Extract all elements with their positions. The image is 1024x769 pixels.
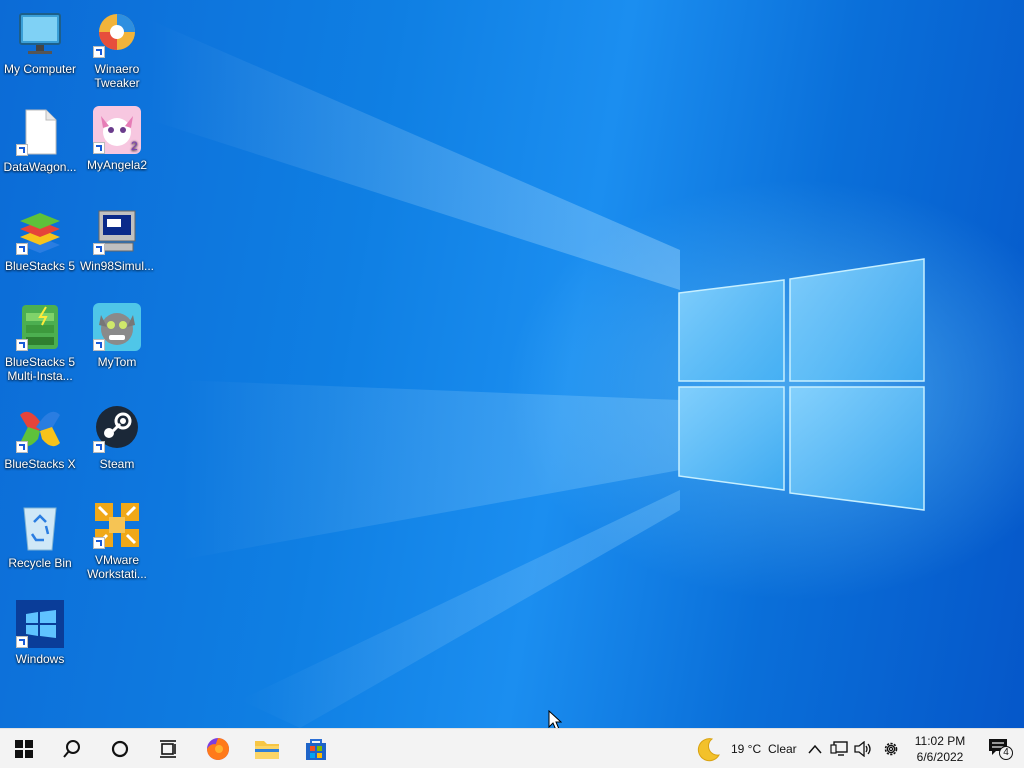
desktop-icon-label: Recycle Bin [8,556,72,570]
firefox-icon [207,738,229,760]
shortcut-arrow-icon [93,441,105,453]
desktop-icon-mytom[interactable]: MyTom [77,303,157,395]
shortcut-arrow-icon [16,339,28,351]
vmware-icon [93,501,141,549]
volume-icon [854,741,871,757]
desktop-background[interactable]: My Computer Winaero Tweaker DataWagon...… [0,0,1024,728]
weather-condition[interactable]: Clear [768,729,797,769]
desktop-icon-datawagon[interactable]: DataWagon... [0,108,80,200]
desktop-icon-label: MyTom [97,355,137,369]
volume-button[interactable] [852,729,874,769]
desktop-icon-label: BlueStacks X [4,457,76,471]
microsoft-store-button[interactable] [292,729,340,769]
taskbar: 19 °C Clear 11:02 PM 6/6/2022 4 [0,728,1024,768]
desktop-icon-recycle-bin[interactable]: Recycle Bin [0,504,80,596]
action-center-icon: 4 [988,738,1013,760]
shortcut-arrow-icon [93,339,105,351]
desktop-icon-label: BlueStacks 5 Multi-Insta... [4,355,76,383]
shortcut-arrow-icon [93,142,105,154]
action-center-button[interactable]: 4 [976,729,1024,769]
desktop-icon-label: BlueStacks 5 [4,259,76,273]
desktop-icon-winaero-tweaker[interactable]: Winaero Tweaker [77,10,157,102]
win98-computer-icon [93,207,141,255]
desktop-icon-label: Win98Simul... [79,259,155,273]
clock-time: 11:02 PM [914,734,966,748]
cortana-button[interactable] [96,729,144,769]
folder-icon [255,741,279,759]
task-view-button[interactable] [144,729,192,769]
shortcut-arrow-icon [93,537,105,549]
weather-widget-button[interactable] [690,729,726,769]
shortcut-arrow-icon [16,636,28,648]
network-icon [830,741,848,756]
network-button[interactable] [828,729,850,769]
store-icon [306,739,326,760]
my-tom-icon [93,303,141,351]
monitor-icon [16,10,64,58]
shortcut-arrow-icon [16,441,28,453]
desktop-icon-bluestacks-x[interactable]: BlueStacks X [0,405,80,497]
desktop-icon-label: My Computer [3,62,77,76]
desktop-icon-steam[interactable]: Steam [77,405,157,497]
search-icon [63,740,80,758]
task-view-icon [160,740,176,758]
settings-button[interactable] [879,729,903,769]
shortcut-arrow-icon [93,243,105,255]
desktop-icon-label: Windows [15,652,65,666]
bluestacks-x-icon [16,405,64,453]
desktop-icon-label: Winaero Tweaker [94,62,140,90]
cortana-circle-icon [111,740,129,758]
show-hidden-icons-button[interactable] [804,729,826,769]
blank-document-icon [16,108,64,156]
bluestacks-icon [16,207,64,255]
shortcut-arrow-icon [16,144,28,156]
shortcut-arrow-icon [16,243,28,255]
desktop-icon-bluestacks5[interactable]: BlueStacks 5 [0,207,80,299]
windows-logo-icon [16,600,64,648]
file-explorer-button[interactable] [243,729,291,769]
shortcut-arrow-icon [93,46,105,58]
svg-text:2: 2 [131,139,138,153]
desktop-icon-label: VMware Workstati... [87,553,147,581]
desktop-icon-windows[interactable]: Windows [0,600,80,692]
steam-icon [93,405,141,453]
moon-icon [697,738,720,762]
desktop-icon-label: DataWagon... [3,160,77,174]
clock-date: 6/6/2022 [916,750,964,764]
search-button[interactable] [48,729,96,769]
start-button[interactable] [0,729,48,769]
chevron-up-icon [808,744,822,754]
recycle-bin-icon [16,504,64,552]
windows-start-icon [15,740,33,758]
weather-temperature[interactable]: 19 °C [731,729,761,769]
winaero-tweaker-icon [93,10,141,58]
firefox-button[interactable] [194,729,242,769]
desktop-icon-win98simulator[interactable]: Win98Simul... [77,207,157,299]
desktop-icon-my-computer[interactable]: My Computer [0,10,80,102]
desktop-icon-myangela2[interactable]: 2 MyAngela2 [77,106,157,198]
desktop-icon-vmware[interactable]: VMware Workstati... [77,501,157,593]
my-angela-icon: 2 [93,106,141,154]
desktop-icon-label: Steam [99,457,135,471]
desktop-icon-label: MyAngela2 [86,158,148,172]
settings-gear-icon [884,742,898,756]
bluestacks-multi-instance-icon [16,303,64,351]
desktop-icon-bluestacks5-multi-instance[interactable]: BlueStacks 5 Multi-Insta... [0,303,80,395]
clock[interactable]: 11:02 PM 6/6/2022 [904,729,976,769]
notification-count-badge: 4 [999,746,1013,760]
